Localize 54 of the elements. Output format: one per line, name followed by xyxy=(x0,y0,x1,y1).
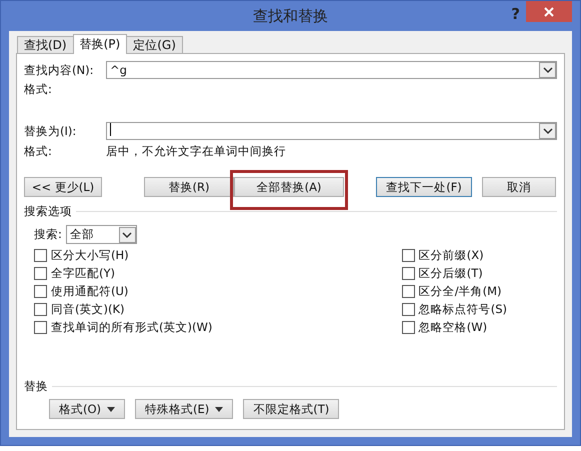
dialog-button[interactable]: 替换(R) xyxy=(144,177,234,197)
dialog-button[interactable]: 取消 xyxy=(482,177,556,197)
checkbox-label[interactable]: 查找单词的所有形式(英文)(W) xyxy=(51,320,212,334)
close-icon xyxy=(543,6,555,18)
field-label: 搜索: xyxy=(34,227,62,242)
dialog-button[interactable]: 查找下一处(F) xyxy=(376,177,472,197)
checkbox-label[interactable]: 区分前缀(X) xyxy=(418,248,484,262)
dropdown-button[interactable] xyxy=(539,123,556,139)
dialog-button[interactable]: 不限定格式(T) xyxy=(243,399,340,419)
checkbox-label[interactable]: 区分后缀(T) xyxy=(418,266,483,280)
tab[interactable]: 替换(P) xyxy=(72,34,128,54)
checkbox[interactable] xyxy=(402,302,415,316)
window-title: 查找和替换 xyxy=(253,6,328,26)
format-label: 格式: xyxy=(24,144,53,158)
caret-icon xyxy=(107,406,116,412)
checkbox[interactable] xyxy=(402,266,415,280)
field-label: 查找内容(N): xyxy=(24,62,94,78)
checkbox[interactable] xyxy=(34,284,47,298)
format-label: 格式: xyxy=(24,82,52,96)
caret-icon xyxy=(215,406,224,412)
search-dropdown[interactable]: 全部 xyxy=(66,225,137,244)
dialog-button[interactable]: 全部替换(A) xyxy=(234,177,344,197)
dialog-button[interactable]: 特殊格式(E) xyxy=(135,399,234,419)
checkbox[interactable] xyxy=(34,248,47,262)
replace-field[interactable] xyxy=(106,122,557,140)
tab[interactable]: 定位(G) xyxy=(126,36,183,53)
checkbox-label[interactable]: 同音(英文)(K) xyxy=(51,302,124,316)
tab[interactable]: 查找(D) xyxy=(17,36,74,53)
find-field[interactable]: ^g xyxy=(106,61,557,79)
caret-icon xyxy=(542,126,552,136)
checkbox-label[interactable]: 忽略标点符号(S) xyxy=(418,302,507,316)
dialog-button[interactable]: 格式(O) xyxy=(49,399,126,419)
dropdown-button[interactable] xyxy=(539,62,556,78)
help-button[interactable]: ? xyxy=(511,5,520,23)
section-title: 替换 xyxy=(24,379,48,394)
checkbox-label[interactable]: 区分大小写(H) xyxy=(51,248,129,262)
close-button[interactable] xyxy=(526,1,572,22)
checkbox[interactable] xyxy=(402,284,415,298)
caret-icon xyxy=(122,230,132,240)
dialog-button[interactable]: << 更少(L) xyxy=(24,177,102,197)
section-title: 搜索选项 xyxy=(24,204,72,219)
checkbox[interactable] xyxy=(402,248,415,262)
checkbox[interactable] xyxy=(402,320,415,334)
caret-icon xyxy=(542,65,552,75)
field-label: 替换为(I): xyxy=(24,124,78,138)
format-value: 居中，不允许文字在单词中间换行 xyxy=(106,144,286,158)
checkbox-label[interactable]: 使用通配符(U) xyxy=(51,284,128,298)
checkbox-label[interactable]: 区分全/半角(M) xyxy=(418,284,502,298)
checkbox-label[interactable]: 全字匹配(Y) xyxy=(51,266,115,280)
checkbox[interactable] xyxy=(34,266,47,280)
dropdown-button[interactable] xyxy=(118,226,136,242)
checkbox[interactable] xyxy=(34,302,47,316)
checkbox-label[interactable]: 忽略空格(W) xyxy=(418,320,488,334)
checkbox[interactable] xyxy=(34,320,47,334)
